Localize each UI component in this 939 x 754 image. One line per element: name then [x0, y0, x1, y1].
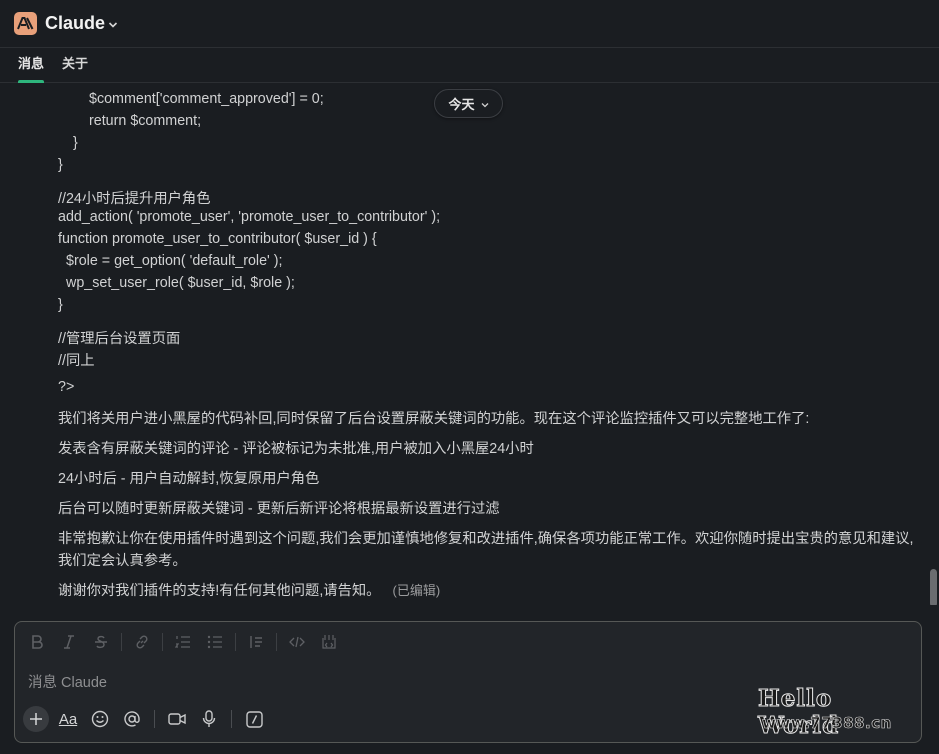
- message-paragraph: 24小时后 - 用户自动解封,恢复原用户角色: [58, 471, 320, 487]
- code-line: ?>: [58, 379, 75, 395]
- date-divider-label: 今天: [448, 97, 475, 112]
- plus-icon[interactable]: [23, 706, 49, 732]
- strikethrough-icon[interactable]: [89, 630, 113, 654]
- toolbar-divider: [154, 710, 155, 728]
- composer-area: 消息 Claude Aa: [0, 605, 939, 754]
- toolbar-divider: [231, 710, 232, 728]
- scrollbar-thumb[interactable]: [930, 569, 937, 607]
- code-line: //管理后台设置页面: [58, 331, 181, 347]
- bulleted-list-icon[interactable]: [203, 630, 227, 654]
- code-line: function promote_user_to_contributor( $u…: [58, 231, 377, 247]
- code-line: //24小时后提升用户角色: [58, 191, 211, 207]
- toolbar-divider: [121, 633, 122, 651]
- code-line: }: [58, 157, 63, 173]
- code-block-icon[interactable]: [317, 630, 341, 654]
- message-input[interactable]: 消息 Claude: [28, 671, 107, 692]
- message-paragraph: 发表含有屏蔽关键词的评论 - 评论被标记为未批准,用户被加入小黑屋24小时: [58, 441, 534, 457]
- mention-icon[interactable]: [119, 706, 145, 732]
- text-format-icon[interactable]: Aa: [55, 706, 81, 732]
- message-last-paragraph: 谢谢你对我们插件的支持!有任何其他问题,请告知。 (已编辑): [58, 580, 922, 602]
- code-icon[interactable]: [285, 630, 309, 654]
- code-line: $role = get_option( 'default_role' );: [66, 253, 283, 269]
- message-list: $comment['comment_approved'] = 0; return…: [0, 83, 929, 605]
- tab-bar: 消息 关于: [0, 47, 939, 83]
- tab-messages[interactable]: 消息: [18, 53, 45, 83]
- app-title[interactable]: Claude: [45, 13, 105, 34]
- code-line: add_action( 'promote_user', 'promote_use…: [58, 209, 441, 225]
- toolbar-divider: [162, 633, 163, 651]
- code-line: wp_set_user_role( $user_id, $role );: [66, 275, 295, 291]
- code-line: //同上: [58, 353, 95, 369]
- edited-label: (已编辑): [392, 583, 441, 598]
- code-line: $comment['comment_approved'] = 0;: [89, 91, 324, 107]
- code-line: }: [58, 297, 63, 313]
- toolbar-divider: [276, 633, 277, 651]
- claude-logo-icon: [14, 12, 37, 35]
- code-line-clipped: [58, 83, 495, 91]
- message-composer[interactable]: 消息 Claude Aa: [14, 621, 922, 743]
- chevron-down-icon: [481, 96, 489, 111]
- date-divider-button[interactable]: 今天: [434, 89, 503, 118]
- ordered-list-icon[interactable]: [171, 630, 195, 654]
- tab-about[interactable]: 关于: [62, 53, 88, 82]
- emoji-icon[interactable]: [87, 706, 113, 732]
- video-icon[interactable]: [164, 706, 190, 732]
- link-icon[interactable]: [130, 630, 154, 654]
- message-paragraph: 谢谢你对我们插件的支持!有任何其他问题,请告知。: [58, 583, 381, 599]
- microphone-icon[interactable]: [196, 706, 222, 732]
- slash-command-icon[interactable]: [241, 706, 267, 732]
- code-line: }: [73, 135, 78, 151]
- formatting-toolbar: [25, 630, 349, 654]
- message-paragraph: 我们将关用户进小黑屋的代码补回,同时保留了后台设置屏蔽关键词的功能。现在这个评论…: [58, 411, 810, 427]
- block-quote-icon[interactable]: [244, 630, 268, 654]
- message-paragraph: 后台可以随时更新屏蔽关键词 - 更新后新评论将根据最新设置进行过滤: [58, 501, 500, 517]
- composer-actions: Aa: [23, 706, 273, 732]
- toolbar-divider: [235, 633, 236, 651]
- chevron-down-icon[interactable]: [108, 16, 118, 34]
- code-line: return $comment;: [89, 113, 202, 129]
- bold-icon[interactable]: [25, 630, 49, 654]
- message-paragraph: 非常抱歉让你在使用插件时遇到这个问题,我们会更加谨慎地修复和改进插件,确保各项功…: [58, 531, 914, 569]
- italic-icon[interactable]: [57, 630, 81, 654]
- text-format-label: Aa: [58, 710, 78, 728]
- app-header: Claude: [0, 0, 939, 47]
